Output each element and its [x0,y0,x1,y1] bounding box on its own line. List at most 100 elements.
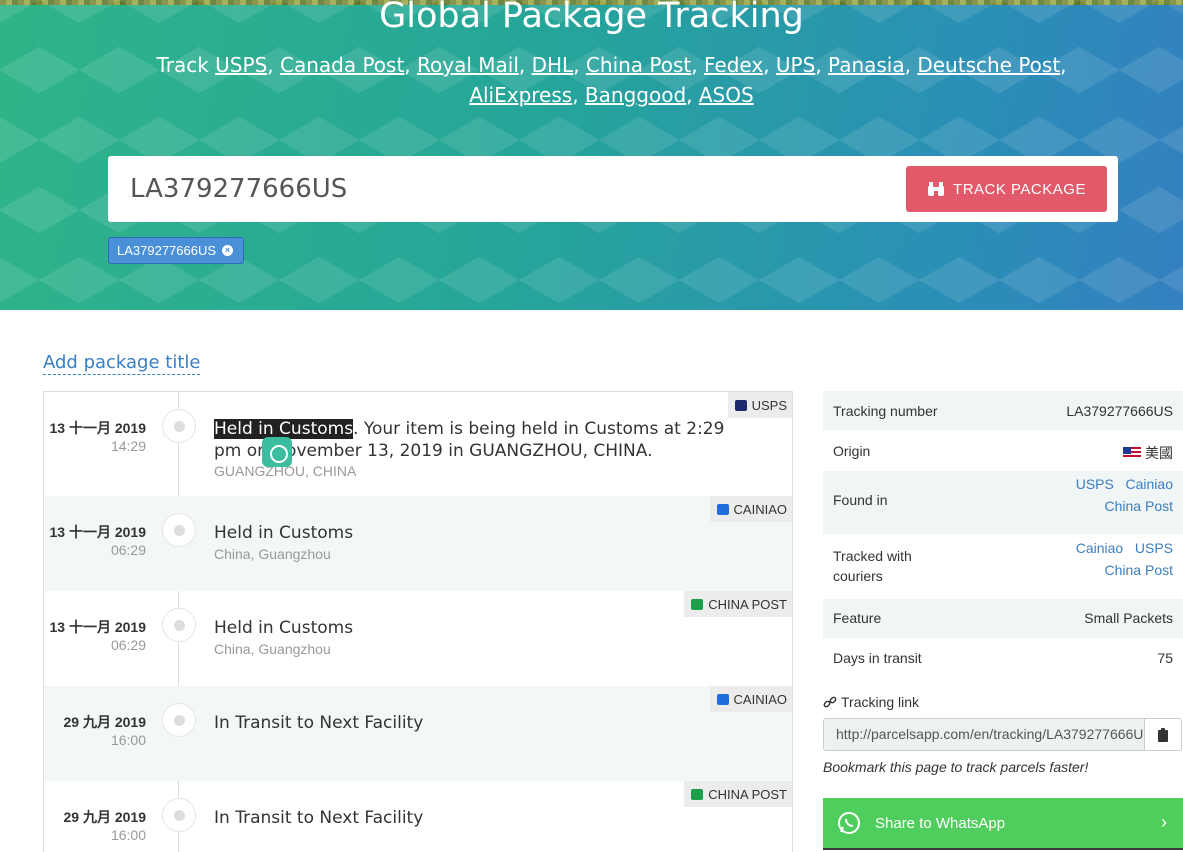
event-date: 13 十一月 2019 [49,524,147,540]
share-whatsapp-button[interactable]: Share to WhatsApp › [823,798,1183,850]
cainiao-logo-icon [716,503,729,515]
hero-banner: Global Package Tracking Track USPS, Cana… [0,0,1183,310]
tracked-with-usps-link[interactable]: USPS [1135,540,1173,556]
timeline-dot [162,409,196,443]
info-value: 美國 [1123,443,1173,463]
courier-link-dhl[interactable]: DHL [532,53,574,77]
carrier-badge: CAINIAO [709,496,792,522]
info-row-tracking-number: Tracking number LA379277666US [823,391,1183,431]
chevron-right-icon: › [1161,812,1167,832]
bookmark-hint: Bookmark this page to track parcels fast… [823,759,1089,775]
courier-link-deutsche-post[interactable]: Deutsche Post [917,53,1060,77]
carrier-badge: CHINA POST [684,781,792,807]
courier-links: Track USPS, Canada Post, Royal Mail, DHL… [156,53,1067,107]
tracking-events-list: 13 十一月 2019 14:29 Held in Customs. Your … [43,391,793,852]
copy-link-button[interactable] [1144,718,1182,751]
link-icon [823,696,837,708]
event-date: 13 十一月 2019 [49,619,147,635]
event-date: 29 九月 2019 [63,714,147,730]
tracked-with-cainiao-link[interactable]: Cainiao [1076,540,1123,556]
event-date: 29 九月 2019 [63,809,147,825]
info-row-tracked-with: Tracked with couriers Cainiao USPS China… [823,535,1183,599]
us-flag-icon [1123,447,1141,459]
courier-link-asos[interactable]: ASOS [699,83,754,107]
track-package-button[interactable]: TRACK PACKAGE [906,166,1107,212]
timeline-dot [162,703,196,737]
tracking-chip[interactable]: LA379277666US × [108,237,245,264]
info-label: Found in [833,492,888,508]
courier-link-banggood[interactable]: Banggood [585,83,686,107]
event-time: 06:29 [110,542,146,558]
event-location: China, Guangzhou [214,641,331,657]
courier-link-usps[interactable]: USPS [215,53,267,77]
info-row-feature: Feature Small Packets [823,599,1183,639]
track-prefix: Track [156,53,209,77]
carrier-name: CAINIAO [733,691,787,707]
found-in-china-post-link[interactable]: China Post [1105,498,1173,514]
tracking-link-field[interactable]: http://parcelsapp.com/en/tracking/LA3792… [823,718,1145,751]
event-status: In Transit to Next Facility [214,808,424,828]
carrier-badge: CHINA POST [684,591,792,617]
info-value: LA379277666US [1066,403,1173,419]
info-label: Days in transit [833,650,922,666]
info-value: 75 [1157,650,1173,666]
event-time: 16:00 [110,827,146,843]
courier-link-aliexpress[interactable]: AliExpress [469,83,572,107]
courier-link-fedex[interactable]: Fedex [704,53,763,77]
info-row-found-in: Found in USPS Cainiao China Post [823,471,1183,535]
tracking-link-text: Tracking link [841,694,920,710]
china-post-logo-icon [691,598,704,610]
carrier-name: USPS [751,397,787,413]
info-row-days-in-transit: Days in transit 75 [823,639,1183,679]
track-package-label: TRACK PACKAGE [953,180,1086,198]
info-row-origin: Origin 美國 [823,431,1183,471]
event-time: 06:29 [110,637,146,653]
found-in-usps-link[interactable]: USPS [1076,476,1114,492]
event-location: China, Guangzhou [214,546,331,562]
add-package-title-link[interactable]: Add package title [43,352,201,375]
whatsapp-icon [838,812,860,834]
info-value: Cainiao USPS China Post [1076,537,1173,581]
courier-link-canada-post[interactable]: Canada Post [280,53,404,77]
courier-link-ups[interactable]: UPS [776,53,815,77]
courier-link-china-post[interactable]: China Post [586,53,691,77]
timeline-dot [162,798,196,832]
carrier-name: CHINA POST [708,786,787,802]
info-label: Tracked with couriers [833,548,912,584]
tracking-link-label: Tracking link [823,694,919,710]
info-value: Small Packets [1084,610,1173,626]
tracking-event: 13 十一月 2019 06:29 Held in Customs China,… [44,591,792,686]
info-label: Origin [833,443,871,459]
event-status: Held in Customs [214,618,354,638]
courier-link-royal-mail[interactable]: Royal Mail [417,53,519,77]
event-status: Held in Customs. Your item is being held… [214,418,754,462]
assistant-bubble-icon[interactable] [262,437,292,467]
share-whatsapp-label: Share to WhatsApp [875,814,1006,832]
tracking-event: 13 十一月 2019 14:29 Held in Customs. Your … [44,392,792,496]
page-title: Global Package Tracking [379,0,804,36]
tracking-event: 29 九月 2019 16:00 In Transit to Next Faci… [44,781,792,852]
info-value: USPS Cainiao China Post [1076,473,1173,517]
event-status: In Transit to Next Facility [214,713,424,733]
origin-country: 美國 [1145,445,1173,461]
cainiao-logo-icon [716,693,729,705]
timeline-dot [162,513,196,547]
tracking-number-input[interactable] [130,168,890,210]
tracking-event: 29 九月 2019 16:00 In Transit to Next Faci… [44,686,792,781]
courier-link-panasia[interactable]: Panasia [828,53,905,77]
carrier-badge: USPS [727,392,792,418]
event-time: 16:00 [110,732,146,748]
close-icon[interactable]: × [222,245,234,256]
carrier-name: CHINA POST [708,596,787,612]
event-status-highlight: Held in Customs [214,419,354,439]
tracked-with-china-post-link[interactable]: China Post [1105,562,1173,578]
carrier-name: CAINIAO [733,501,787,517]
tracking-chip-label: LA379277666US [117,243,217,258]
china-post-logo-icon [691,788,704,800]
tracking-event: 13 十一月 2019 06:29 Held in Customs China,… [44,496,792,591]
info-label: Feature [833,610,882,626]
carrier-badge: CAINIAO [709,686,792,712]
timeline-dot [162,608,196,642]
info-label: Tracking number [833,403,938,419]
found-in-cainiao-link[interactable]: Cainiao [1126,476,1173,492]
